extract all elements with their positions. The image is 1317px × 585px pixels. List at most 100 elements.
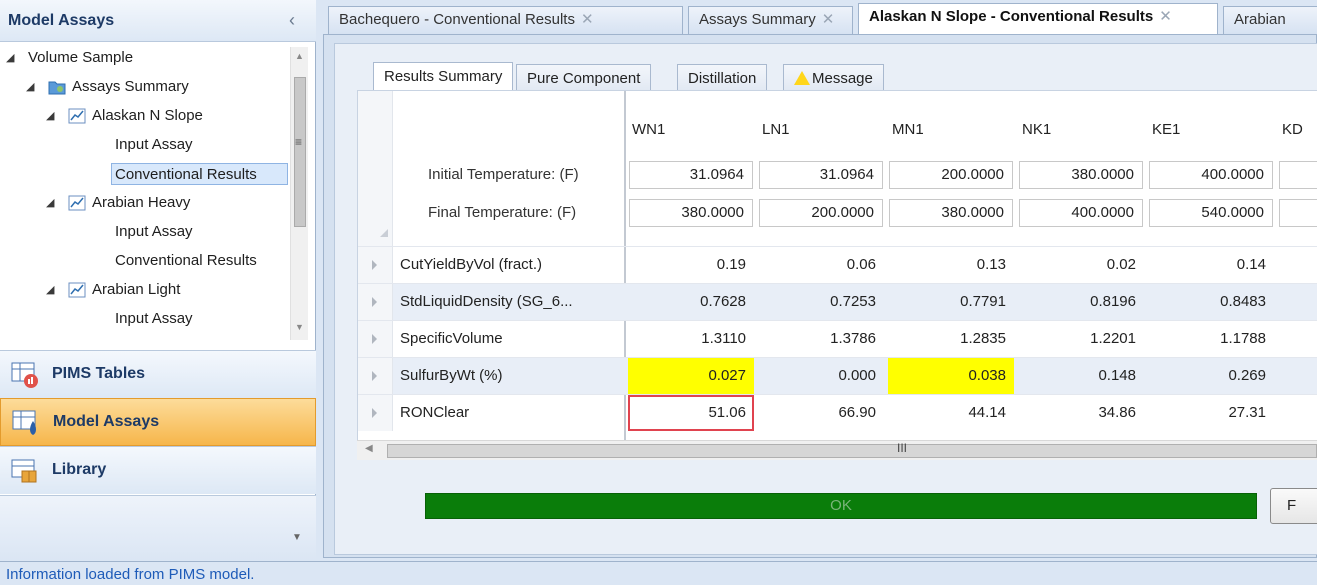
row-selector[interactable]	[358, 321, 393, 357]
table-cell[interactable]: 0.038	[888, 358, 1014, 394]
table-row[interactable]: SpecificVolume 1.3110 1.3786 1.2835 1.2201 1.…	[358, 320, 1317, 357]
table-cell[interactable]: 0.8196	[1018, 284, 1144, 320]
grid-horizontal-scrollbar[interactable]: ◀ III	[357, 440, 1317, 460]
subtab-label: Pure Component	[527, 70, 641, 87]
table-cell[interactable]: 0.7253	[758, 284, 884, 320]
temperature-input[interactable]: 200.0000	[889, 161, 1013, 189]
collapse-panel-icon[interactable]: ‹	[289, 10, 295, 31]
row-label: StdLiquidDensity (SG_6...	[400, 293, 573, 310]
tree-item[interactable]: Conventional Results	[111, 163, 288, 185]
doc-tab-label: Bachequero - Conventional Results	[339, 11, 575, 28]
column-header-ln1[interactable]: LN1	[762, 121, 790, 138]
doc-tab[interactable]: Assays Summary ✕	[688, 6, 853, 34]
table-cell[interactable]: 27.31	[1148, 395, 1274, 431]
nav-button-library[interactable]: Library	[0, 446, 316, 494]
table-cell[interactable]: 0.269	[1148, 358, 1274, 394]
tree-item-label: Input Assay	[115, 310, 193, 327]
table-cell[interactable]: 0.000	[758, 358, 884, 394]
scroll-down-icon[interactable]: ▼	[295, 322, 304, 332]
column-header-wn1[interactable]: WN1	[632, 121, 665, 138]
column-header-mn1[interactable]: MN1	[892, 121, 924, 138]
row-selector[interactable]	[358, 395, 393, 431]
nav-button-model-assays[interactable]: Model Assays	[0, 398, 316, 446]
close-tab-icon[interactable]: ✕	[822, 11, 835, 28]
table-cell[interactable]: 1.1788	[1148, 321, 1274, 357]
close-tab-icon[interactable]: ✕	[1159, 8, 1172, 25]
column-header-kd[interactable]: KD	[1282, 121, 1303, 138]
doc-tab[interactable]: Bachequero - Conventional Results ✕	[328, 6, 683, 34]
ok-status-bar: OK	[425, 493, 1257, 519]
doc-tab[interactable]: Alaskan N Slope - Conventional Results ✕	[858, 3, 1218, 34]
tree-item[interactable]: Input Assay	[0, 134, 290, 156]
table-cell[interactable]: 51.06	[628, 395, 754, 431]
table-cell[interactable]: 66.90	[758, 395, 884, 431]
temperature-input[interactable]: 380.0000	[1019, 161, 1143, 189]
table-cell[interactable]: 0.8483	[1148, 284, 1274, 320]
expand-arrow-icon[interactable]: ◢	[6, 47, 14, 69]
table-cell[interactable]: 1.2201	[1018, 321, 1144, 357]
table-row[interactable]: RONClear 51.06 66.90 44.14 34.86 27.31	[358, 394, 1317, 431]
table-cell[interactable]: 0.027	[628, 358, 754, 394]
table-cell[interactable]: 0.7791	[888, 284, 1014, 320]
temperature-input[interactable]: 380.0000	[629, 199, 753, 227]
temperature-input[interactable]: 31.0964	[759, 161, 883, 189]
nav-options-icon[interactable]: ▼	[292, 532, 302, 543]
row-selector[interactable]	[358, 284, 393, 320]
temperature-input[interactable]: 400.0000	[1149, 161, 1273, 189]
model-assays-icon	[11, 409, 41, 437]
table-cell[interactable]: 1.3110	[628, 321, 754, 357]
tree-item[interactable]: ◢ Assays Summary	[0, 76, 290, 98]
nav-button-pims-tables[interactable]: PIMS Tables	[0, 350, 316, 398]
table-cell[interactable]: 0.148	[1018, 358, 1144, 394]
table-cell[interactable]: 0.06	[758, 247, 884, 283]
expand-arrow-icon[interactable]: ◢	[46, 192, 54, 214]
temperature-input[interactable]: 540.0000	[1149, 199, 1273, 227]
doc-tab-label: Arabian	[1234, 11, 1286, 28]
column-header-nk1[interactable]: NK1	[1022, 121, 1051, 138]
tree-scroll-thumb[interactable]	[294, 77, 306, 227]
temperature-input[interactable]	[1279, 161, 1317, 189]
table-row[interactable]: SulfurByWt (%) 0.027 0.000 0.038 0.148 0.269	[358, 357, 1317, 394]
tree-item[interactable]: ◢ Alaskan N Slope	[0, 105, 290, 127]
table-cell[interactable]: 0.14	[1148, 247, 1274, 283]
doc-tab[interactable]: Arabian	[1223, 6, 1317, 34]
temperature-input[interactable]: 200.0000	[759, 199, 883, 227]
row-selector[interactable]	[358, 247, 393, 283]
tree-item[interactable]: Input Assay	[0, 221, 290, 243]
tree-scrollbar[interactable]: ▲ ≡ ▼	[290, 47, 308, 340]
table-cell[interactable]: 0.02	[1018, 247, 1144, 283]
tree-item[interactable]: Input Assay	[0, 308, 290, 330]
table-cell[interactable]: 1.3786	[758, 321, 884, 357]
grid-scroll-thumb[interactable]	[387, 444, 1317, 458]
table-cell[interactable]: 0.7628	[628, 284, 754, 320]
column-header-ke1[interactable]: KE1	[1152, 121, 1180, 138]
table-cell[interactable]: 0.13	[888, 247, 1014, 283]
table-cell[interactable]: 34.86	[1018, 395, 1144, 431]
assay-tree: ◢ Volume Sample ◢ Assays Summary ◢ Alaskan N …	[0, 47, 290, 340]
document-tabs: Bachequero - Conventional Results ✕ Assays…	[323, 0, 1317, 34]
row-selector[interactable]	[358, 358, 393, 394]
row-label: CutYieldByVol (fract.)	[400, 256, 542, 273]
tree-item[interactable]: ◢ Arabian Light	[0, 279, 290, 301]
temperature-input[interactable]	[1279, 199, 1317, 227]
temperature-input[interactable]: 400.0000	[1019, 199, 1143, 227]
temperature-input[interactable]: 380.0000	[889, 199, 1013, 227]
table-row[interactable]: CutYieldByVol (fract.) 0.19 0.06 0.13 0.02 0.…	[358, 246, 1317, 283]
scroll-left-icon[interactable]: ◀	[365, 443, 373, 454]
table-cell[interactable]: 44.14	[888, 395, 1014, 431]
expand-arrow-icon[interactable]: ◢	[46, 279, 54, 301]
expand-arrow-icon[interactable]: ◢	[46, 105, 54, 127]
partial-button[interactable]: F	[1270, 488, 1317, 524]
tree-item[interactable]: ◢ Volume Sample	[0, 47, 290, 69]
expand-arrow-icon[interactable]: ◢	[26, 76, 34, 98]
temperature-input[interactable]: 31.0964	[629, 161, 753, 189]
tree-item[interactable]: Conventional Results	[0, 250, 290, 272]
tree-item-label: Input Assay	[115, 223, 193, 240]
status-text: Information loaded from PIMS model.	[6, 566, 255, 583]
scroll-up-icon[interactable]: ▲	[295, 51, 304, 61]
close-tab-icon[interactable]: ✕	[581, 11, 594, 28]
table-cell[interactable]: 1.2835	[888, 321, 1014, 357]
table-cell[interactable]: 0.19	[628, 247, 754, 283]
table-row[interactable]: StdLiquidDensity (SG_6... 0.7628 0.7253 0.7…	[358, 283, 1317, 320]
tree-item[interactable]: ◢ Arabian Heavy	[0, 192, 290, 214]
